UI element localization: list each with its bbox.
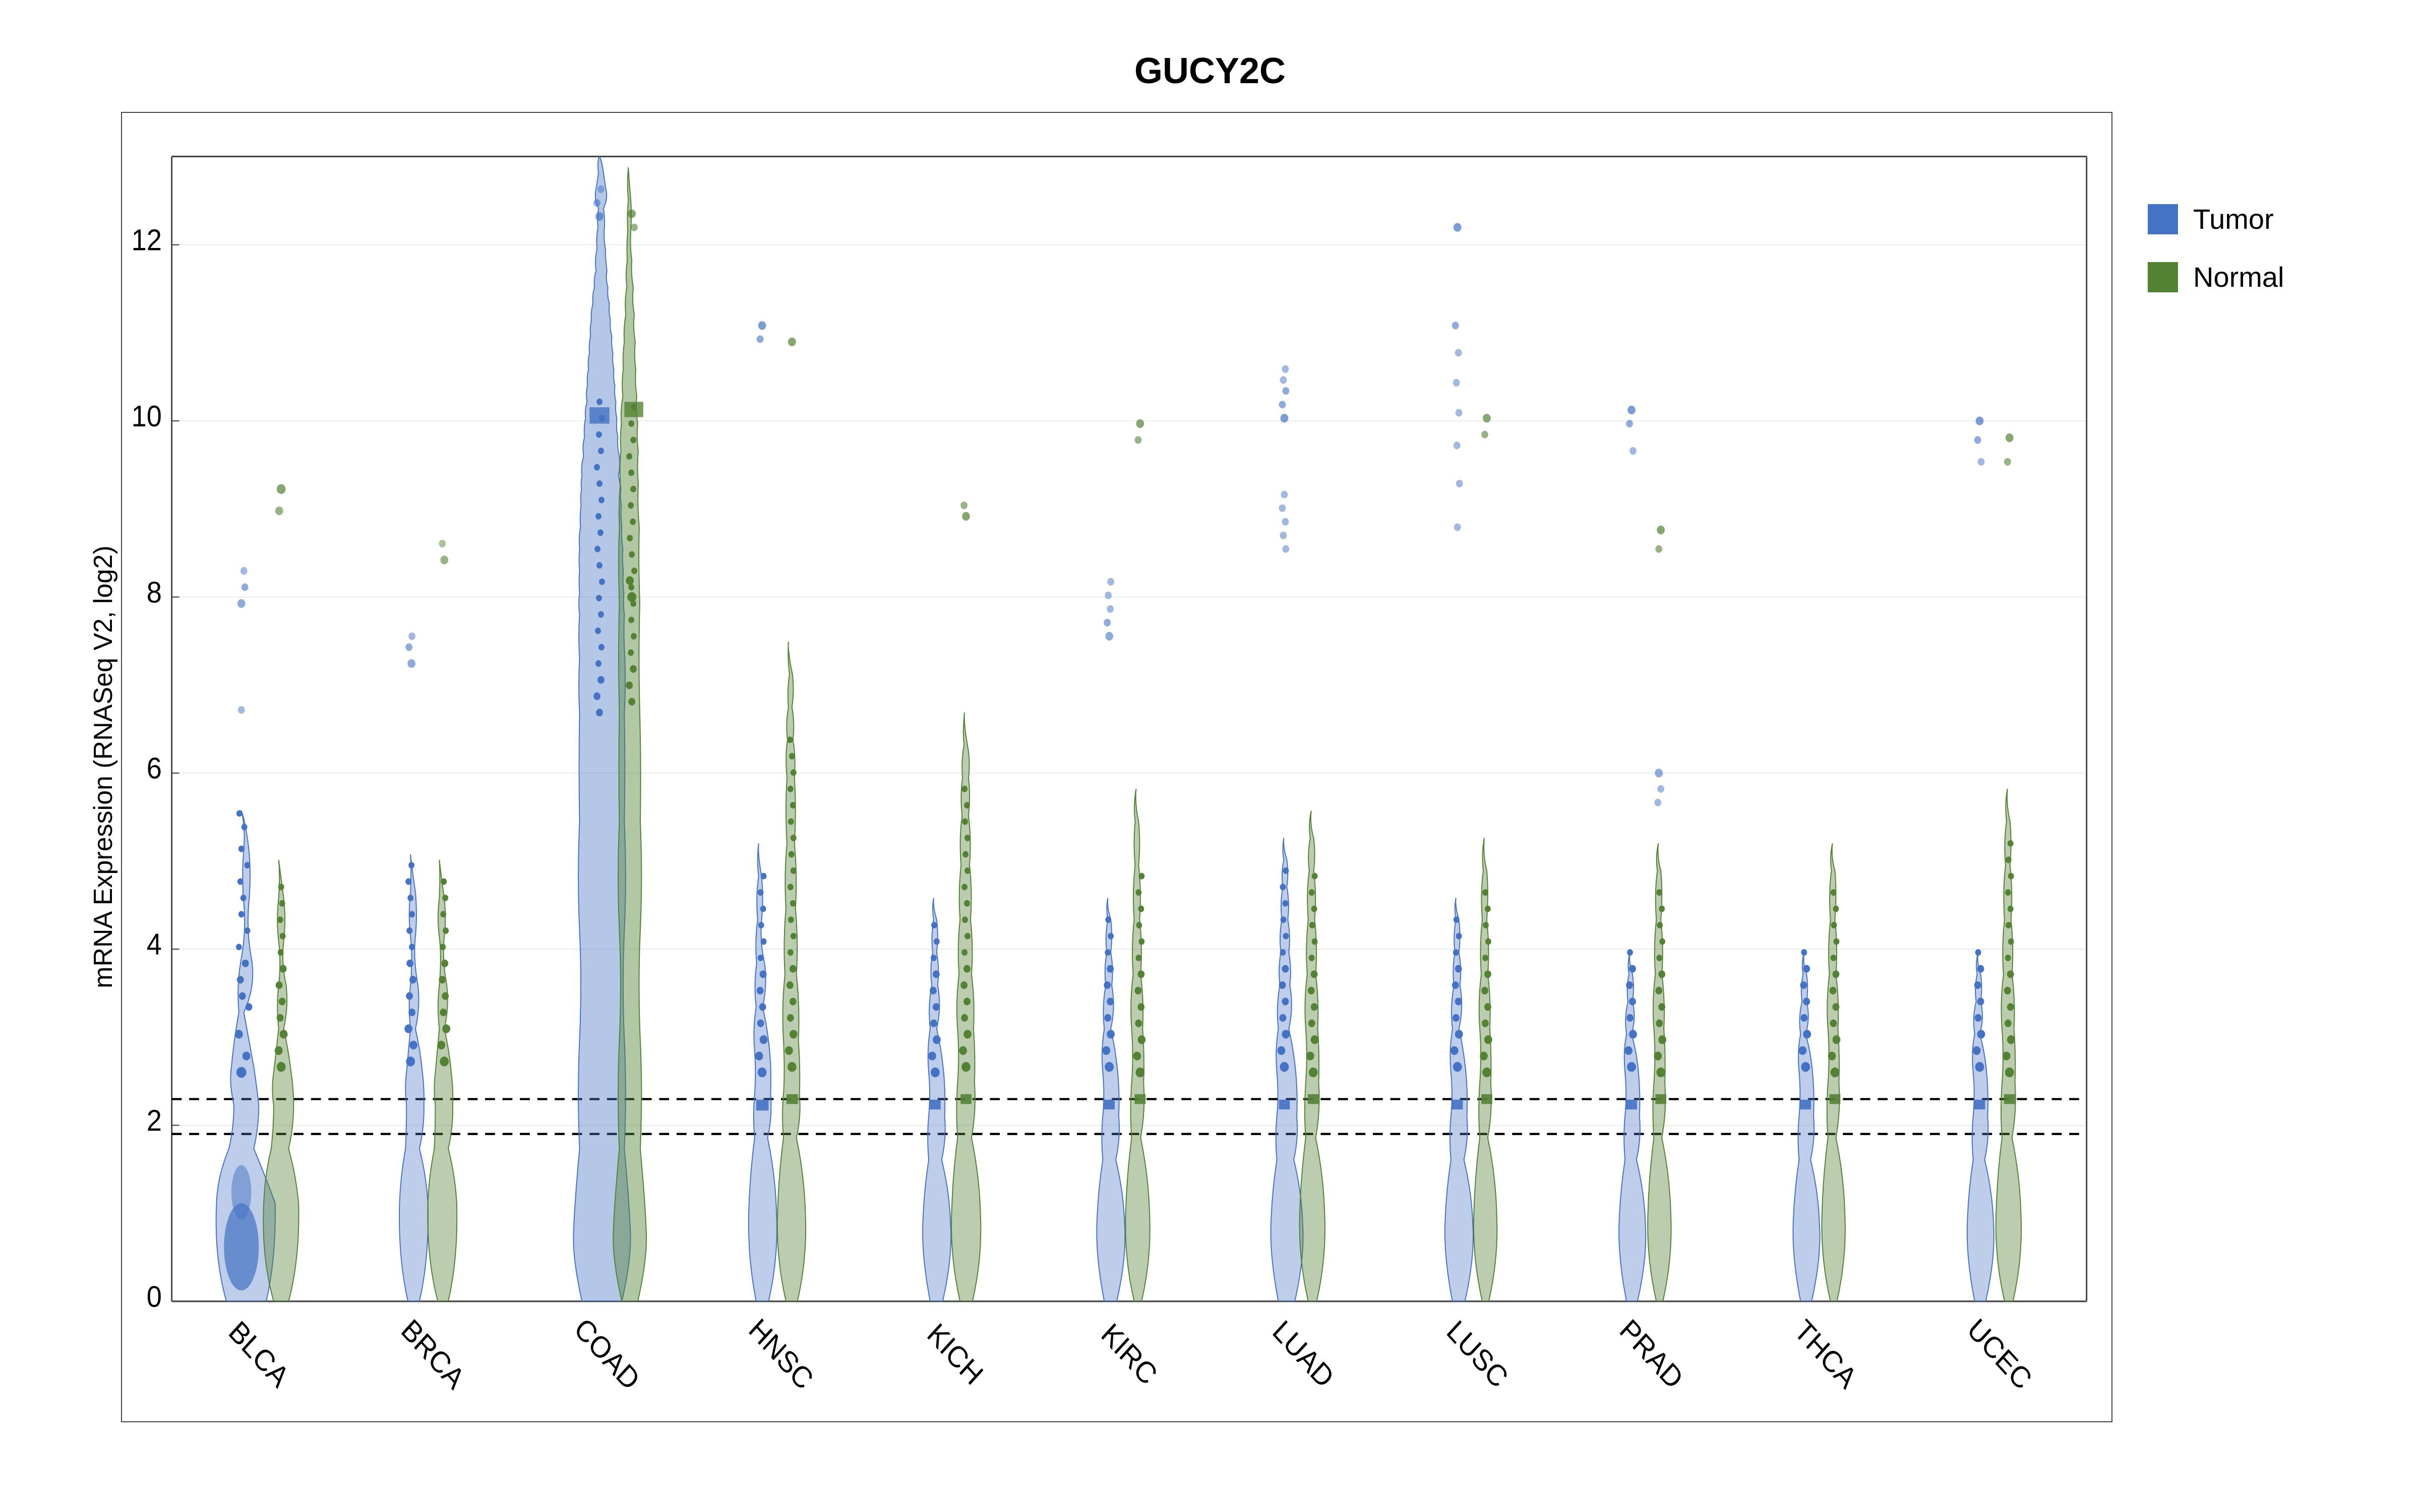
svg-text:10: 10 [132,400,162,433]
legend-tumor-color [2148,204,2178,234]
svg-text:PRAD: PRAD [1614,1313,1689,1396]
svg-text:UCEC: UCEC [1961,1312,2038,1396]
chart-title: GUCY2C [76,50,2344,92]
svg-text:2: 2 [147,1104,162,1138]
svg-text:4: 4 [147,928,162,962]
svg-text:6: 6 [147,751,162,785]
svg-text:THCA: THCA [1788,1313,1863,1395]
svg-text:KICH: KICH [921,1317,989,1392]
legend-normal-color [2148,262,2178,292]
legend-tumor-label: Tumor [2193,203,2274,235]
plot-and-legend: 0 2 4 6 8 10 12 [121,112,2344,1422]
y-axis-label: mRNA Expression (RNASeq V2, log2) [76,112,121,1422]
svg-text:BRCA: BRCA [395,1313,471,1396]
svg-text:KIRC: KIRC [1095,1317,1163,1392]
svg-text:12: 12 [132,223,162,257]
svg-text:0: 0 [147,1280,162,1314]
legend-item-tumor: Tumor [2148,203,2344,235]
legend-panel: Tumor Normal [2133,112,2344,1422]
chart-wrapper: GUCY2C mRNA Expression (RNASeq V2, log2) [76,50,2344,1462]
svg-text:8: 8 [147,576,162,609]
chart-container: GUCY2C mRNA Expression (RNASeq V2, log2) [0,0,2420,1512]
svg-text:HNSC: HNSC [743,1312,819,1396]
svg-text:LUAD: LUAD [1266,1314,1340,1394]
legend-item-normal: Normal [2148,261,2344,293]
chart-area: mRNA Expression (RNASeq V2, log2) [76,112,2344,1422]
svg-text:LUSC: LUSC [1440,1314,1514,1394]
svg-text:BLCA: BLCA [223,1314,295,1394]
legend-normal-label: Normal [2193,261,2284,293]
plot-panel: 0 2 4 6 8 10 12 [121,112,2112,1422]
svg-text:COAD: COAD [568,1312,646,1397]
main-plot-svg: 0 2 4 6 8 10 12 [122,113,2111,1421]
